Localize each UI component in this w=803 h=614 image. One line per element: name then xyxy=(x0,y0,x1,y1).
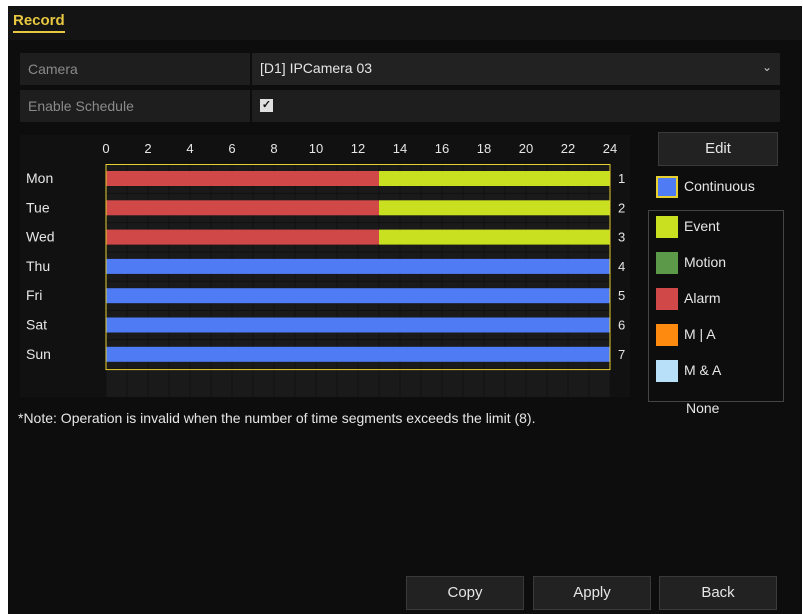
grid-cell[interactable] xyxy=(127,369,148,397)
grid-cell[interactable] xyxy=(253,369,274,397)
hour-tick-label: 16 xyxy=(435,141,449,156)
grid-cell[interactable] xyxy=(232,369,253,397)
day-label: Fri xyxy=(26,287,42,303)
grid-cell[interactable] xyxy=(358,369,379,397)
day-label: Wed xyxy=(26,229,55,245)
back-button[interactable]: Back xyxy=(659,576,777,610)
schedule-segment[interactable] xyxy=(106,288,610,304)
legend-label: Alarm xyxy=(684,290,721,306)
grid-cell[interactable] xyxy=(295,369,316,397)
camera-label: Camera xyxy=(28,61,78,77)
row-index-label: 5 xyxy=(618,288,625,303)
hour-tick-label: 22 xyxy=(561,141,575,156)
hour-tick-label: 24 xyxy=(603,141,617,156)
grid-cell[interactable] xyxy=(547,369,568,397)
chevron-down-icon: ⌄ xyxy=(761,60,772,74)
legend-label: Event xyxy=(684,218,720,234)
tab-record[interactable]: Record xyxy=(13,12,65,33)
day-label: Thu xyxy=(26,258,50,274)
schedule-segment[interactable] xyxy=(106,229,379,245)
row-index-label: 6 xyxy=(618,318,625,333)
copy-button[interactable]: Copy xyxy=(406,576,524,610)
schedule-grid[interactable]: 0 2 4 6 8 10 12 14 16 18 20 22 24 Mon 1 Tue 2 Wed 3 Thu 4 Fri… xyxy=(20,135,630,397)
camera-row: Camera [D1] IPCamera 03 ⌄ xyxy=(20,53,780,85)
hour-tick-label: 6 xyxy=(228,141,235,156)
grid-cell[interactable] xyxy=(421,369,442,397)
row-divider xyxy=(250,90,252,122)
legend-label: Continuous xyxy=(684,178,755,194)
schedule-segment[interactable] xyxy=(379,229,610,245)
grid-cell[interactable] xyxy=(442,369,463,397)
grid-cell[interactable] xyxy=(211,369,232,397)
grid-cell[interactable] xyxy=(505,369,526,397)
schedule-segment[interactable] xyxy=(106,171,379,186)
grid-cell[interactable] xyxy=(379,369,400,397)
hour-tick-label: 2 xyxy=(144,141,151,156)
row-index-label: 1 xyxy=(618,171,625,186)
grid-cell[interactable] xyxy=(169,369,190,397)
hour-tick-label: 8 xyxy=(270,141,277,156)
hour-tick-label: 12 xyxy=(351,141,365,156)
schedule-segment[interactable] xyxy=(106,346,610,362)
hour-tick-label: 18 xyxy=(477,141,491,156)
grid-cell[interactable] xyxy=(568,369,589,397)
grid-cell[interactable] xyxy=(148,369,169,397)
legend-swatch xyxy=(656,360,678,382)
note-text: *Note: Operation is invalid when the num… xyxy=(18,410,536,426)
grid-cell[interactable] xyxy=(337,369,358,397)
row-index-label: 4 xyxy=(618,259,625,274)
legend: Continuous Event Motion Alarm M | A M & A xyxy=(648,176,784,402)
record-window: Record Camera [D1] IPCamera 03 ⌄ Enable … xyxy=(8,6,802,614)
legend-swatch xyxy=(656,324,678,346)
legend-label: M | A xyxy=(684,326,716,342)
grid-cell[interactable] xyxy=(463,369,484,397)
legend-swatch xyxy=(656,252,678,274)
grid-cell[interactable] xyxy=(274,369,295,397)
edit-button[interactable]: Edit xyxy=(658,132,778,166)
row-index-label: 7 xyxy=(618,347,625,362)
hour-tick-label: 20 xyxy=(519,141,533,156)
schedule-segment[interactable] xyxy=(106,200,379,216)
row-index-label: 3 xyxy=(618,230,625,245)
day-label: Sat xyxy=(26,317,47,333)
legend-label: M & A xyxy=(684,362,722,378)
enable-schedule-checkbox[interactable]: ✓ xyxy=(260,99,273,112)
enable-schedule-row: Enable Schedule ✓ xyxy=(20,90,780,122)
camera-value: [D1] IPCamera 03 xyxy=(260,60,373,76)
legend-item-none[interactable]: None xyxy=(686,400,719,416)
schedule-segment[interactable] xyxy=(106,317,610,333)
legend-label: Motion xyxy=(684,254,727,270)
schedule-segment[interactable] xyxy=(379,200,610,216)
hour-tick-label: 0 xyxy=(102,141,109,156)
hour-tick-label: 14 xyxy=(393,141,407,156)
grid-cell[interactable] xyxy=(484,369,505,397)
legend-swatch xyxy=(656,216,678,238)
grid-cell[interactable] xyxy=(106,369,127,397)
grid-cell[interactable] xyxy=(400,369,421,397)
enable-schedule-label: Enable Schedule xyxy=(28,98,134,114)
grid-cell[interactable] xyxy=(589,369,610,397)
grid-cell[interactable] xyxy=(526,369,547,397)
day-label: Sun xyxy=(26,346,51,362)
schedule-chart[interactable]: 0 2 4 6 8 10 12 14 16 18 20 22 24Mon 1Tue 2Wed 3Thu 4Fri… xyxy=(20,135,630,397)
day-label: Tue xyxy=(26,199,50,215)
schedule-segment[interactable] xyxy=(106,258,610,274)
grid-cell[interactable] xyxy=(190,369,211,397)
title-bar: Record xyxy=(8,6,802,40)
apply-button[interactable]: Apply xyxy=(533,576,651,610)
grid-cell[interactable] xyxy=(316,369,337,397)
row-index-label: 2 xyxy=(618,200,625,215)
hour-tick-label: 4 xyxy=(186,141,193,156)
hour-tick-label: 10 xyxy=(309,141,323,156)
legend-swatch xyxy=(656,176,678,198)
legend-swatch xyxy=(656,288,678,310)
camera-select[interactable]: [D1] IPCamera 03 ⌄ xyxy=(252,53,780,85)
schedule-segment[interactable] xyxy=(379,171,610,186)
day-label: Mon xyxy=(26,170,53,186)
